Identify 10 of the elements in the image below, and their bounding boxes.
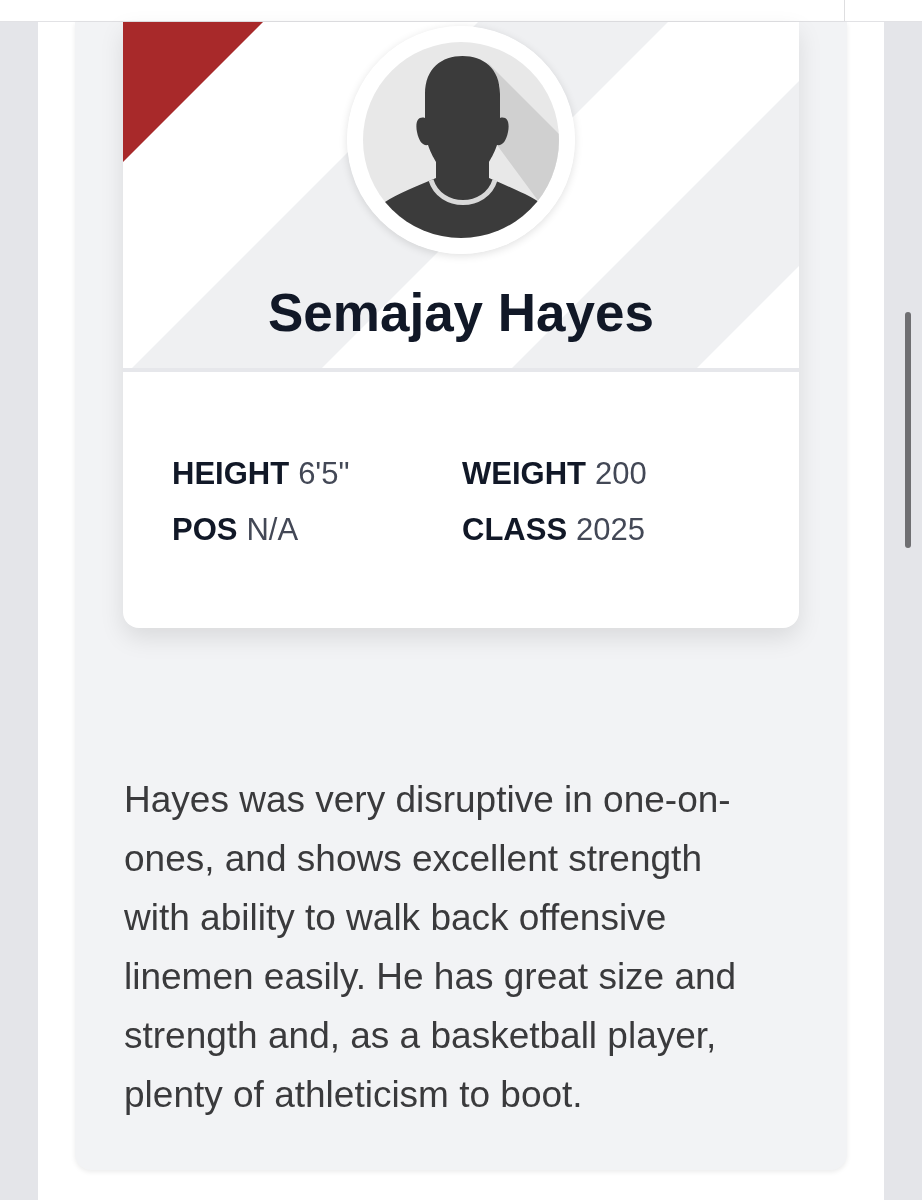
stat-label: CLASS bbox=[462, 511, 568, 549]
stat-value: 200 bbox=[595, 455, 647, 493]
scrollbar-thumb[interactable] bbox=[905, 312, 911, 548]
stat-label: WEIGHT bbox=[462, 455, 586, 493]
stat-label: POS bbox=[172, 511, 238, 549]
stat-value: 6'5" bbox=[298, 455, 350, 493]
stat-value: 2025 bbox=[576, 511, 646, 549]
player-description: Hayes was very disruptive in one-on-ones, and shows excellent strength with ability to walk back offensive linemen easily. He has great size and strength and, as a basketball player, plenty of athleticism to boot. bbox=[124, 778, 738, 1117]
stat-value: N/A bbox=[246, 511, 299, 549]
stat-label: HEIGHT bbox=[172, 455, 290, 493]
